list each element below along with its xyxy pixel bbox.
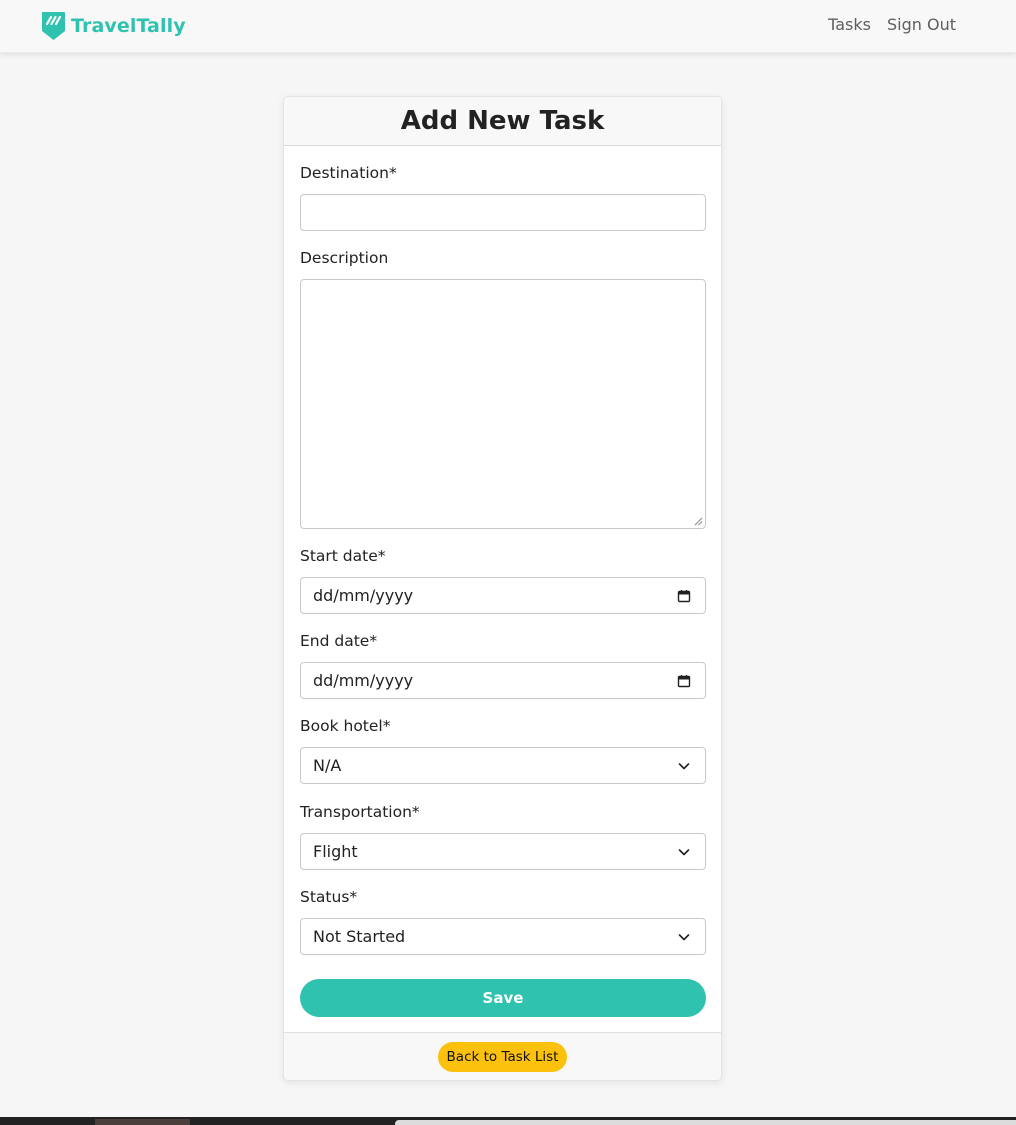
book-hotel-selected: N/A <box>313 756 342 775</box>
background-photo-highlight <box>395 1120 1016 1125</box>
end-date-label: End date* <box>300 632 378 650</box>
nav-link-sign-out[interactable]: Sign Out <box>887 15 956 34</box>
nav-links: Tasks Sign Out <box>828 15 956 34</box>
transportation-selected: Flight <box>313 842 358 861</box>
description-textarea[interactable] <box>300 279 706 529</box>
brand-name: TravelTally <box>71 15 186 37</box>
chevron-down-icon <box>678 933 690 940</box>
book-hotel-label: Book hotel* <box>300 717 391 735</box>
destination-input[interactable] <box>300 194 706 231</box>
page-title: Add New Task <box>400 106 605 136</box>
chevron-down-icon <box>678 848 690 855</box>
resize-grip-icon[interactable] <box>694 517 703 526</box>
end-date-placeholder: dd/mm/yyyy <box>313 671 414 690</box>
book-hotel-select[interactable]: N/A <box>300 747 706 784</box>
transportation-select[interactable]: Flight <box>300 833 706 870</box>
transportation-label: Transportation* <box>300 803 420 821</box>
add-task-card: Add New Task Destination* Description St… <box>283 96 722 1081</box>
save-button[interactable]: Save <box>300 979 706 1017</box>
start-date-label: Start date* <box>300 547 386 565</box>
top-navbar: TravelTally Tasks Sign Out <box>0 0 1016 53</box>
calendar-icon[interactable] <box>676 588 692 604</box>
destination-label: Destination* <box>300 164 397 182</box>
end-date-input[interactable]: dd/mm/yyyy <box>300 662 706 699</box>
status-label: Status* <box>300 888 358 906</box>
card-footer: Back to Task List <box>284 1032 721 1080</box>
add-task-form: Destination* Description Start date* dd/… <box>284 146 721 1033</box>
start-date-input[interactable]: dd/mm/yyyy <box>300 577 706 614</box>
back-to-task-list-button[interactable]: Back to Task List <box>437 1041 568 1072</box>
status-selected: Not Started <box>313 927 406 946</box>
description-label: Description <box>300 249 389 267</box>
status-select[interactable]: Not Started <box>300 918 706 955</box>
start-date-placeholder: dd/mm/yyyy <box>313 586 414 605</box>
brand-link[interactable]: TravelTally <box>41 11 186 41</box>
chevron-down-icon <box>678 762 690 769</box>
nav-link-tasks[interactable]: Tasks <box>828 15 871 34</box>
calendar-icon[interactable] <box>676 673 692 689</box>
background-photo-detail <box>95 1119 190 1125</box>
traveltally-logo-icon <box>42 12 65 40</box>
card-header: Add New Task <box>284 97 721 146</box>
